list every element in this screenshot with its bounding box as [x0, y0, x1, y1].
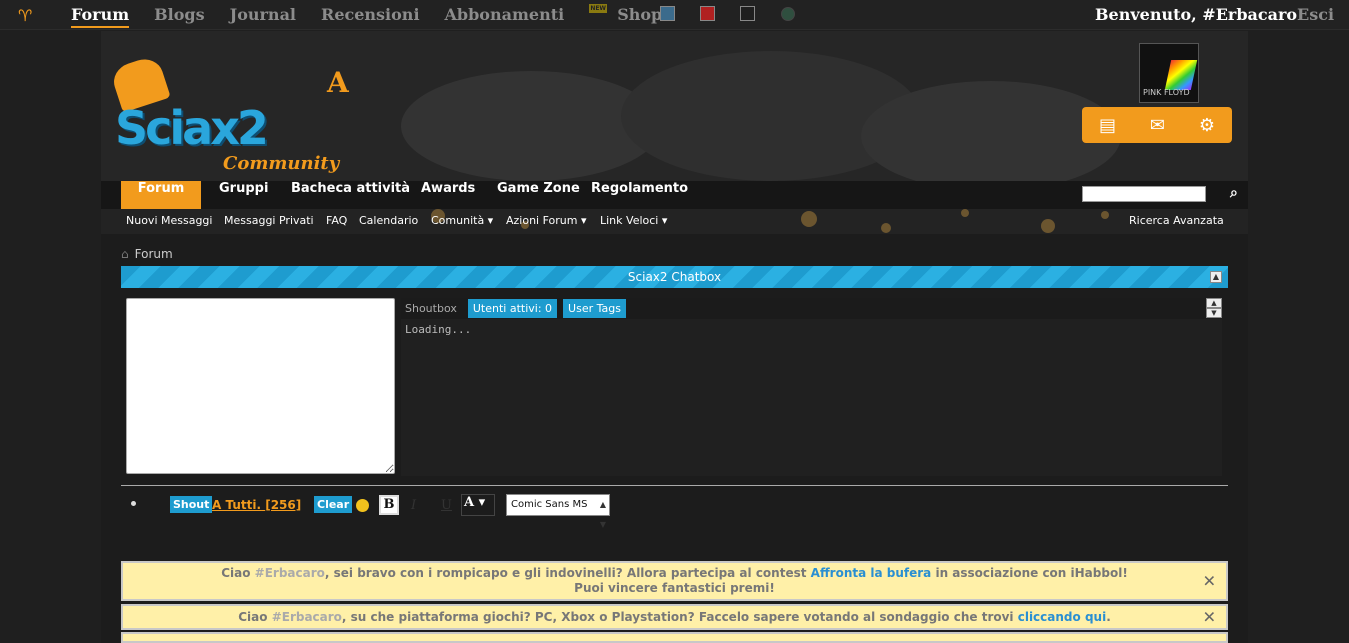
nav-forum[interactable]: Forum: [121, 181, 201, 209]
globe-icon[interactable]: [781, 7, 795, 21]
search-icon[interactable]: ⌕: [1230, 185, 1238, 201]
notice-contest: Ciao #Erbacaro, sei bravo con i rompicap…: [121, 561, 1228, 601]
notice-partial: [121, 632, 1228, 643]
home-icon[interactable]: ⌂: [121, 247, 129, 261]
shoutbox-label[interactable]: Shoutbox: [405, 302, 457, 315]
notice-link[interactable]: cliccando qui: [1018, 610, 1106, 624]
new-badge: NEW: [589, 4, 608, 13]
brand-badge: A: [327, 66, 349, 99]
nav-gruppi[interactable]: Gruppi: [219, 181, 268, 209]
close-icon[interactable]: ✕: [1203, 608, 1216, 627]
welcome-user[interactable]: Benvenuto, #Erbacaro: [1095, 5, 1297, 24]
decor-dot: [961, 209, 969, 217]
advanced-search-link[interactable]: Ricerca Avanzata: [1129, 214, 1224, 227]
subnav-faq[interactable]: FAQ: [326, 214, 347, 227]
style-swatch-blue[interactable]: [660, 6, 675, 21]
shoutbox-panel: Shoutbox Utenti attivi: 0 User Tags ▲ ▼ …: [401, 298, 1222, 476]
nav-bacheca[interactable]: Bacheca attività: [291, 181, 410, 209]
target-label: A Tutti.: [212, 498, 262, 512]
main-nav: Forum Gruppi Bacheca attività Awards Gam…: [101, 181, 1248, 209]
brand-main: Sciax2: [115, 101, 269, 155]
subnav-messaggi-privati[interactable]: Messaggi Privati: [224, 214, 314, 227]
notice-text: , sei bravo con i rompicapo e gli indovi…: [324, 566, 811, 580]
style-swatch-red[interactable]: [700, 6, 715, 21]
nav-awards[interactable]: Awards: [421, 181, 475, 209]
loading-text: Loading...: [405, 323, 472, 336]
collapse-icon[interactable]: ▲: [1210, 271, 1222, 283]
scroll-up-icon[interactable]: ▲: [1206, 298, 1222, 308]
font-select-value: Comic Sans MS: [511, 499, 588, 510]
avatar-text: PINK FLOYD: [1143, 88, 1190, 97]
subnav-nuovi-messaggi[interactable]: Nuovi Messaggi: [126, 214, 212, 227]
font-select[interactable]: Comic Sans MS ▲ ▼: [506, 494, 610, 529]
chatbox-header: Sciax2 Chatbox ▲: [121, 266, 1228, 288]
top-nav-abbonamenti[interactable]: Abbonamenti: [445, 4, 565, 28]
site-header: Sciax2 A Community PINK FLOYD ▤ ✉ ⚙: [101, 31, 1248, 181]
nav-regolamento[interactable]: Regolamento: [591, 181, 688, 209]
top-bar: ♈ Forum Blogs Journal Recensioni Abbonam…: [0, 0, 1349, 30]
gears-icon[interactable]: ⚙: [1199, 115, 1215, 136]
target-selector[interactable]: A Tutti. [256]: [212, 498, 301, 512]
underline-button[interactable]: U: [441, 498, 452, 513]
notice-text: Ciao: [238, 610, 272, 624]
shout-messages: Loading...: [401, 319, 1222, 476]
active-users-tab[interactable]: Utenti attivi: 0: [467, 298, 558, 318]
avatar[interactable]: PINK FLOYD: [1139, 43, 1199, 103]
logout-link[interactable]: Esci: [1297, 5, 1334, 24]
search-input[interactable]: [1082, 186, 1206, 202]
decor-dot: [1041, 219, 1055, 233]
chatbox-title: Sciax2 Chatbox: [627, 270, 722, 284]
notice-user[interactable]: #Erbacaro: [255, 566, 325, 580]
shout-toolbar: Shout A Tutti. [256] Clear B I U A ▾ Com…: [121, 494, 1228, 529]
close-icon[interactable]: ✕: [1203, 572, 1216, 591]
brand-sub: Community: [223, 153, 340, 174]
breadcrumb-forum[interactable]: Forum: [135, 247, 173, 261]
page-wrapper: Sciax2 A Community PINK FLOYD ▤ ✉ ⚙ Foru…: [101, 31, 1248, 643]
shout-input[interactable]: [126, 298, 395, 474]
smiley-icon[interactable]: [356, 499, 369, 512]
bullet-icon: [131, 501, 136, 506]
subnav-azioni-forum[interactable]: Azioni Forum ▾: [506, 214, 587, 227]
scroll-down-icon[interactable]: ▼: [1206, 308, 1222, 318]
subnav-comunita[interactable]: Comunità ▾: [431, 214, 493, 227]
decor-dot: [881, 223, 891, 233]
decor-dot: [801, 211, 817, 227]
italic-button[interactable]: I: [411, 498, 416, 513]
notice-user[interactable]: #Erbacaro: [272, 610, 342, 624]
notice-text: , su che piattaforma giochi? PC, Xbox o …: [341, 610, 1018, 624]
sub-nav: Nuovi Messaggi Messaggi Privati FAQ Cale…: [101, 209, 1248, 234]
top-nav-recensioni[interactable]: Recensioni: [321, 4, 420, 28]
top-nav: Forum Blogs Journal Recensioni Abbonamen…: [71, 4, 694, 28]
nav-gamezone[interactable]: Game Zone: [497, 181, 580, 209]
top-nav-journal[interactable]: Journal: [230, 4, 296, 28]
site-logo[interactable]: Sciax2 A Community: [109, 54, 355, 181]
notice-link[interactable]: Affronta la bufera: [811, 566, 932, 580]
profile-card-icon[interactable]: ▤: [1099, 115, 1116, 136]
user-tools: ▤ ✉ ⚙: [1082, 107, 1232, 143]
bold-button[interactable]: B: [379, 495, 399, 515]
notice-text: in associazione con iHabbol!: [931, 566, 1128, 580]
top-nav-forum[interactable]: Forum: [71, 4, 130, 28]
notice-text: Ciao: [221, 566, 255, 580]
bunny-logo-icon[interactable]: ♈: [18, 6, 38, 25]
subnav-calendario[interactable]: Calendario: [359, 214, 418, 227]
notice-text: Puoi vincere fantastici premi!: [574, 581, 775, 595]
font-color-button[interactable]: A ▾: [461, 494, 495, 516]
clear-button[interactable]: Clear: [314, 496, 353, 513]
breadcrumb: ⌂ Forum: [121, 247, 173, 261]
prism-icon: [1164, 60, 1198, 90]
decor-dot: [1101, 211, 1109, 219]
top-nav-blogs[interactable]: Blogs: [154, 4, 204, 28]
notice-poll: Ciao #Erbacaro, su che piattaforma gioch…: [121, 604, 1228, 630]
shoutbox-tabs: Shoutbox Utenti attivi: 0 User Tags: [401, 298, 632, 318]
subnav-link-veloci[interactable]: Link Veloci ▾: [600, 214, 667, 227]
shout-button[interactable]: Shout: [170, 496, 213, 513]
divider: [121, 485, 1228, 486]
style-swatch-dark[interactable]: [740, 6, 755, 21]
notice-text: .: [1106, 610, 1111, 624]
user-tags-tab[interactable]: User Tags: [563, 298, 626, 318]
target-count: [256]: [265, 498, 302, 512]
envelope-icon[interactable]: ✉: [1150, 115, 1165, 136]
select-arrow-icon: ▲ ▼: [599, 500, 606, 529]
